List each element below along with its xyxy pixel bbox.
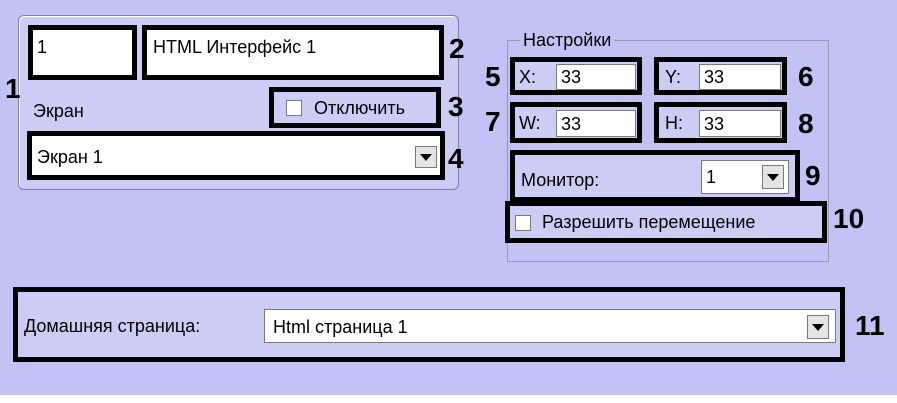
disable-checkbox[interactable] bbox=[286, 100, 302, 116]
callout-2: 2 bbox=[449, 33, 465, 64]
settings-legend: Настройки bbox=[520, 30, 615, 50]
w-field-group: W: 33 bbox=[510, 102, 642, 143]
chevron-down-icon bbox=[420, 153, 432, 161]
x-label: X: bbox=[519, 67, 537, 87]
h-field-group: H: 33 bbox=[654, 102, 787, 143]
home-page-select-button[interactable] bbox=[807, 315, 829, 339]
home-page-group: Домашняя страница: Html страница 1 bbox=[13, 287, 845, 362]
x-input[interactable]: 33 bbox=[556, 64, 636, 90]
y-field-group: Y: 33 bbox=[654, 57, 787, 95]
h-label: H: bbox=[665, 113, 683, 133]
w-input[interactable]: 33 bbox=[556, 110, 636, 137]
chevron-down-icon bbox=[812, 323, 824, 331]
callout-9: 9 bbox=[805, 160, 821, 191]
monitor-select[interactable]: 1 bbox=[701, 160, 789, 194]
chevron-down-icon bbox=[767, 173, 779, 181]
allow-move-label: Разрешить перемещение bbox=[542, 212, 756, 232]
callout-3: 3 bbox=[448, 91, 464, 122]
disable-checkbox-group[interactable]: Отключить bbox=[269, 87, 441, 128]
screen-select[interactable]: Экран 1 bbox=[27, 131, 445, 180]
id-field[interactable]: 1 bbox=[28, 25, 137, 80]
screen-select-button[interactable] bbox=[415, 146, 437, 168]
monitor-value: 1 bbox=[706, 167, 717, 187]
h-input[interactable]: 33 bbox=[699, 110, 781, 137]
dialog-panel: 1 HTML Интерфейс 1 Экран Отключить Экран… bbox=[0, 0, 897, 395]
callout-8: 8 bbox=[798, 108, 814, 139]
home-page-label: Домашняя страница: bbox=[24, 316, 201, 336]
allow-move-group[interactable]: Разрешить перемещение bbox=[505, 201, 827, 243]
y-input[interactable]: 33 bbox=[699, 64, 781, 90]
screen-label: Экран bbox=[33, 101, 84, 121]
h-value: 33 bbox=[704, 114, 725, 134]
callout-5: 5 bbox=[485, 61, 501, 92]
monitor-group: Монитор: 1 bbox=[510, 150, 800, 202]
home-page-select[interactable]: Html страница 1 bbox=[264, 309, 836, 343]
id-value: 1 bbox=[37, 37, 48, 57]
callout-10: 10 bbox=[833, 203, 865, 234]
callout-7: 7 bbox=[485, 106, 501, 137]
y-label: Y: bbox=[665, 67, 682, 87]
name-value: HTML Интерфейс 1 bbox=[153, 37, 317, 57]
disable-label: Отключить bbox=[314, 98, 405, 118]
callout-4: 4 bbox=[448, 143, 464, 174]
screen-select-value: Экран 1 bbox=[37, 147, 103, 167]
monitor-select-button[interactable] bbox=[762, 165, 784, 189]
callout-11: 11 bbox=[855, 310, 885, 341]
name-field[interactable]: HTML Интерфейс 1 bbox=[142, 25, 444, 80]
callout-6: 6 bbox=[798, 61, 814, 92]
allow-move-checkbox[interactable] bbox=[515, 215, 531, 231]
w-label: W: bbox=[519, 113, 541, 133]
callout-1: 1 bbox=[5, 73, 21, 104]
x-value: 33 bbox=[561, 67, 582, 87]
y-value: 33 bbox=[704, 67, 725, 87]
monitor-label: Монитор: bbox=[521, 170, 600, 190]
home-page-value: Html страница 1 bbox=[273, 317, 408, 337]
x-field-group: X: 33 bbox=[510, 57, 642, 95]
w-value: 33 bbox=[561, 114, 582, 134]
